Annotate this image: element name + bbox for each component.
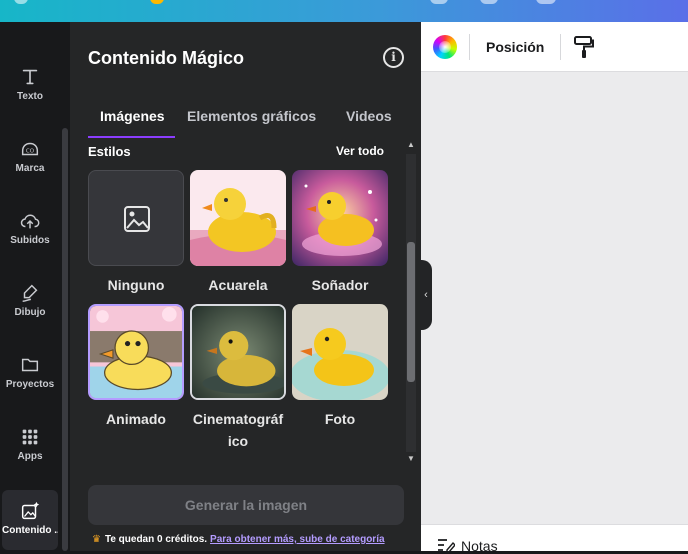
menu-icon[interactable]: [14, 0, 28, 4]
duck-watercolor-thumbnail: [190, 170, 286, 266]
style-tile-ninguno[interactable]: [88, 170, 184, 266]
svg-text:CO: CO: [26, 149, 35, 155]
header-icon[interactable]: [536, 0, 556, 4]
position-button[interactable]: Posición: [486, 39, 544, 55]
folder-icon: [21, 358, 39, 372]
rail-scrollbar[interactable]: [62, 128, 68, 551]
header-icon[interactable]: [430, 0, 448, 4]
style-tile-acuarela[interactable]: [190, 170, 286, 266]
tab-imagenes[interactable]: Imágenes: [100, 108, 165, 124]
text-icon: [22, 69, 38, 85]
scrollbar-thumb[interactable]: [407, 242, 415, 382]
scroll-up-arrow-icon[interactable]: ▲: [406, 140, 416, 150]
toolbar-divider: [560, 34, 561, 60]
tab-videos[interactable]: Videos: [346, 108, 392, 124]
style-tile-cinematografico[interactable]: [190, 304, 286, 400]
rail-item-dibujo[interactable]: Dibujo: [0, 272, 60, 332]
upgrade-link[interactable]: Para obtener más, sube de categoría: [210, 534, 385, 545]
rail-item-apps[interactable]: Apps: [0, 416, 60, 476]
style-tile-foto[interactable]: [292, 304, 388, 400]
notes-button[interactable]: Notas: [461, 538, 498, 554]
image-placeholder-icon: [124, 206, 150, 232]
context-toolbar: Posición: [421, 22, 688, 72]
style-label: Animado: [106, 411, 166, 427]
color-picker-icon[interactable]: [433, 35, 457, 59]
duck-cinematic-thumbnail: [192, 306, 284, 398]
style-label: Foto: [324, 411, 356, 427]
header-icon[interactable]: [480, 0, 498, 4]
style-label: Cinematográf ico: [192, 411, 284, 449]
rail-item-marca[interactable]: CO Marca: [0, 128, 60, 188]
styles-section-title: Estilos: [88, 144, 131, 159]
style-label: Ninguno: [107, 277, 165, 293]
paint-roller-icon[interactable]: [573, 35, 595, 59]
rail-item-proyectos[interactable]: Proyectos: [0, 344, 60, 404]
tab-bar: Imágenes Elementos gráficos Videos: [88, 98, 404, 138]
styles-scrollbar[interactable]: ▲ ▼: [403, 140, 419, 466]
duck-photo-thumbnail: [292, 304, 388, 400]
rail-item-subidos[interactable]: Subidos: [0, 200, 60, 260]
rail-item-texto[interactable]: Texto: [0, 56, 60, 116]
credits-text: Te quedan 0 créditos.: [104, 534, 208, 545]
rail-label: Contenido ...: [2, 525, 58, 536]
brand-icon: CO: [21, 142, 39, 156]
magic-image-icon: [21, 501, 40, 520]
info-icon[interactable]: i: [383, 47, 404, 68]
side-rail: Texto CO Marca Subidos Dibujo Proyectos …: [0, 22, 60, 551]
design-canvas-area: Posición ‹ Notas: [420, 22, 688, 554]
rail-label: Proyectos: [5, 379, 55, 390]
toolbar-divider: [469, 34, 470, 60]
see-all-link[interactable]: Ver todo: [336, 144, 384, 158]
rail-label: Subidos: [10, 235, 50, 246]
collapse-panel-chevron-icon[interactable]: ‹: [420, 260, 432, 330]
tab-elementos-graficos[interactable]: Elementos gráficos: [187, 108, 316, 124]
crown-icon: ♛: [92, 534, 101, 545]
style-tile-animado[interactable]: [88, 304, 184, 400]
credits-notice: ♛ Te quedan 0 créditos. Para obtener más, …: [92, 534, 385, 545]
style-label: Acuarela: [208, 277, 268, 293]
duck-anime-thumbnail: [90, 306, 182, 398]
active-tab-indicator: [88, 136, 175, 138]
rail-label: Apps: [17, 451, 43, 462]
style-label: Soñador: [311, 277, 369, 293]
panel-title: Contenido Mágico: [88, 48, 244, 68]
generate-image-button[interactable]: Generar la imagen: [88, 485, 404, 525]
upload-cloud-icon: [20, 214, 40, 229]
rail-label: Dibujo: [14, 307, 46, 318]
rail-label: Texto: [17, 91, 43, 102]
style-tile-sonador[interactable]: [292, 170, 388, 266]
crown-icon: [150, 0, 164, 4]
duck-dreamy-thumbnail: [292, 170, 388, 266]
scroll-down-arrow-icon[interactable]: ▼: [406, 454, 416, 464]
draw-pen-icon: [22, 284, 38, 302]
canvas-footer: Notas: [421, 524, 688, 554]
rail-label: Marca: [15, 163, 45, 174]
top-header-bar: [0, 0, 688, 22]
apps-grid-icon: [22, 429, 38, 445]
magic-content-panel: Contenido Mágico i Imágenes Elementos gr…: [70, 22, 421, 551]
rail-item-contenido-magico[interactable]: Contenido ...: [2, 490, 58, 550]
